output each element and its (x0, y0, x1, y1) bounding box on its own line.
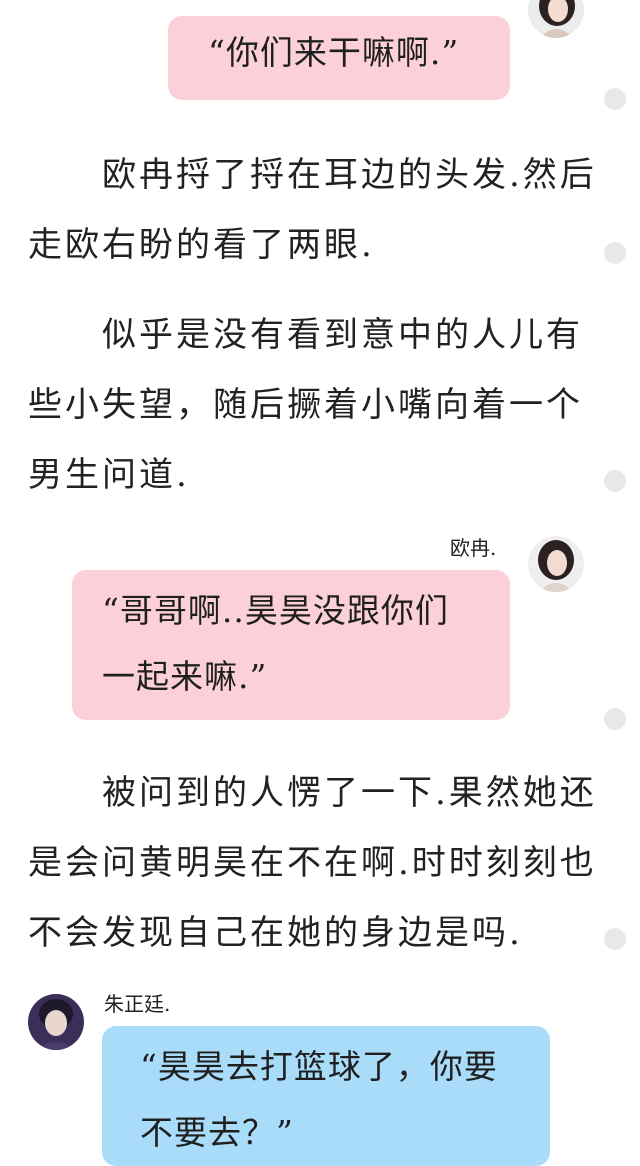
boy-portrait-icon (28, 994, 84, 1050)
paragraph-line: 被问到的人愣了一下.果然她还 (28, 773, 597, 813)
paragraph-line: 些小失望，随后撅着小嘴向着一个 (28, 385, 583, 425)
avatar-zhuzhengting[interactable] (28, 994, 84, 1050)
scroll-dot[interactable] (604, 470, 626, 492)
message-text: “你们来干嘛啊.” (208, 33, 460, 72)
message-text: 不要去？” (140, 1113, 294, 1152)
paragraph-line: 欧冉捋了捋在耳边的头发.然后 (28, 155, 597, 195)
story-paragraph: 欧冉捋了捋在耳边的头发.然后 走欧右盼的看了两眼. (28, 140, 597, 280)
message-text: “昊昊去打篮球了，你要 (140, 1047, 498, 1086)
message-bubble[interactable]: “昊昊去打篮球了，你要 不要去？” (102, 1026, 550, 1166)
avatar-ouran[interactable] (528, 536, 584, 592)
story-paragraph: 被问到的人愣了一下.果然她还 是会问黄明昊在不在啊.时时刻刻也 不会发现自己在她… (28, 758, 597, 968)
paragraph-line: 似乎是没有看到意中的人儿有 (28, 315, 583, 355)
message-text: “哥哥啊..昊昊没跟你们 (102, 591, 449, 630)
message-bubble[interactable]: “你们来干嘛啊.” (168, 16, 510, 100)
paragraph-line: 男生问道. (28, 455, 190, 495)
scroll-dot[interactable] (604, 88, 626, 110)
girl-portrait-icon (528, 536, 584, 592)
scroll-dot[interactable] (604, 708, 626, 730)
paragraph-line: 不会发现自己在她的身边是吗. (28, 913, 523, 953)
message-text: 一起来嘛.” (102, 657, 268, 696)
speaker-name: 朱正廷. (104, 992, 171, 1016)
paragraph-line: 走欧右盼的看了两眼. (28, 225, 375, 265)
message-bubble[interactable]: “哥哥啊..昊昊没跟你们 一起来嘛.” (72, 570, 510, 720)
girl-portrait-icon (528, 0, 584, 38)
story-paragraph: 似乎是没有看到意中的人儿有 些小失望，随后撅着小嘴向着一个 男生问道. (28, 300, 588, 510)
speaker-name: 欧冉. (450, 536, 497, 560)
scroll-dot[interactable] (604, 242, 626, 264)
scroll-dot[interactable] (604, 928, 626, 950)
paragraph-line: 是会问黄明昊在不在啊.时时刻刻也 (28, 843, 597, 883)
avatar-ouran-top[interactable] (528, 0, 584, 38)
